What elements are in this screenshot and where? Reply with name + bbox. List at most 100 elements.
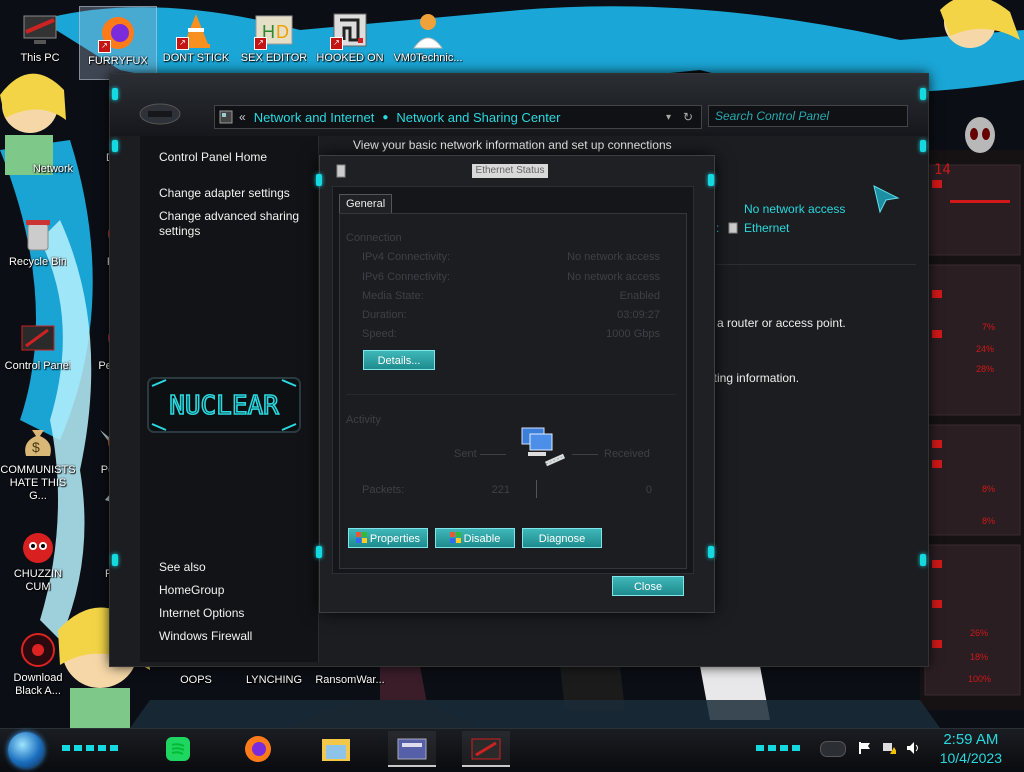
desktop-icon-control-panel[interactable]: Control Panel [0,312,76,384]
close-button[interactable]: Close [612,576,684,596]
desktop-icon-lynching[interactable]: LYNCHING [236,672,312,696]
properties-button[interactable]: Properties [348,528,428,548]
ipv4-value: No network access [567,251,660,263]
frame-rivet [112,554,118,566]
start-button[interactable] [8,732,44,768]
ethernet-adapter-icon [336,164,346,178]
arrow-cursor-graphic-icon [873,185,900,214]
desktop-icon-oops[interactable]: OOPS [158,672,234,696]
taskbar-decoration [62,745,118,751]
ethernet-status-dialog[interactable]: Ethernet Status General Connection IPv4 … [316,156,714,612]
desktop-icon-chuzzin[interactable]: CHUZZIN CUM [0,520,76,604]
change-adapter-settings-link[interactable]: Change adapter settings [159,186,290,201]
show-hidden-icons-button[interactable] [820,741,846,757]
gauge-percent: 24% [976,344,995,354]
sent-line [480,454,506,455]
disable-button[interactable]: Disable [435,528,515,548]
breadcrumb-separator-icon[interactable]: ● [382,112,388,123]
desktop-icon-network[interactable]: Network [0,104,76,176]
network-folder-icon [219,110,233,124]
frame-rivet [920,140,926,152]
tab-general[interactable]: General [339,194,393,213]
firefox-icon [245,736,271,762]
svg-text:D: D [276,22,289,42]
breadcrumb-chevron-icon[interactable]: « [239,110,246,124]
duration-label: Duration: [362,309,407,321]
desktop-icon-label: Recycle Bin [8,256,68,268]
control-panel-home-link[interactable]: Control Panel Home [159,150,267,165]
taskbar-ransomware[interactable] [462,731,510,767]
taskbar-decoration [756,745,800,751]
chuzzle-icon [18,526,58,566]
frame-rivet [112,88,118,100]
connections-label: : [716,221,720,235]
speed-value: 1000 Gbps [606,328,660,340]
desktop-icon-dont-stick[interactable]: ↗ DONT STICK [158,4,234,76]
desktop-icon-label: OOPS [180,674,212,686]
technician-avatar-icon [408,10,448,50]
access-type-value: No network access [744,202,846,216]
desktop-icon-communists[interactable]: $ COMMUNISTS HATE THIS G... [0,416,76,500]
action-center-flag-icon[interactable] [858,741,872,755]
frame-rivet [708,174,714,186]
vlc-cone-icon: ↗ [176,10,216,50]
desktop-icon-recycle-bin[interactable]: Recycle Bin [0,208,76,280]
details-button[interactable]: Details... [363,350,435,370]
breadcrumb-network-and-internet[interactable]: Network and Internet [254,110,375,125]
desktop-icon-this-pc[interactable]: This PC [2,4,78,76]
money-bag-icon: $ [18,422,58,462]
packets-sent-value: 221 [491,484,510,496]
activity-section-label: Activity [346,414,381,426]
desktop-icon-label: Download Black A... [13,672,63,697]
speed-label: Speed: [362,328,397,340]
setup-connection-text: o a router or access point. [707,316,846,330]
desktop-icon-ransomware[interactable]: RansomWar... [312,672,388,696]
gauge-percent: 100% [968,674,992,684]
desktop-icon-download-black[interactable]: Download Black A... [0,624,76,708]
shortcut-arrow-icon: ↗ [176,37,189,50]
network-warning-icon[interactable] [882,741,896,755]
divider [346,394,676,395]
desktop-icon-furryfux[interactable]: ↗ FURRYFUX [79,6,157,80]
taskbar-file-explorer[interactable] [312,731,360,767]
desktop-icon-label: SEX EDITOR [240,52,308,64]
address-bar[interactable]: « Network and Internet ● Network and Sha… [214,105,702,129]
connection-section-label: Connection [346,232,402,244]
taskbar-spotify[interactable] [154,731,202,767]
gauge-percent: 8% [982,484,996,494]
homegroup-link[interactable]: HomeGroup [159,583,224,598]
desktop-icon-hooked-on[interactable]: ↗ HOOKED ON [312,4,388,76]
frame-rivet [920,88,926,100]
nav-emblem-icon[interactable] [138,102,182,126]
internet-options-link[interactable]: Internet Options [159,606,244,621]
search-input[interactable]: Search Control Panel [708,105,908,127]
desktop-icon-vm0technic[interactable]: VM0Technic... [390,4,466,76]
refresh-icon[interactable]: ↻ [683,110,693,124]
ethernet-connection-link[interactable]: Ethernet [744,221,789,235]
received-label: Received [604,448,650,460]
desktop-icon-label: VM0Technic... [393,52,463,64]
nuclear-theme-logo: NUCLEAR [147,377,301,433]
change-advanced-sharing-link[interactable]: Change advanced sharing settings [159,209,309,239]
volume-icon[interactable] [906,741,920,755]
shortcut-arrow-icon: ↗ [330,37,343,50]
desktop-icon-sex-editor[interactable]: HD ↗ SEX EDITOR [236,4,312,76]
windows-firewall-link[interactable]: Windows Firewall [159,629,252,644]
taskbar-firefox[interactable] [234,731,282,767]
clock-date: 10/4/2023 [939,750,1002,766]
packets-received-value: 0 [645,484,652,496]
gauge-percent: 26% [970,628,989,638]
svg-text:$: $ [32,439,40,455]
divider [710,264,916,265]
taskbar-control-panel[interactable] [388,731,436,767]
shortcut-arrow-icon: ↗ [98,40,111,53]
firefox-icon: ↗ [98,13,138,53]
system-clock[interactable]: 2:59 AM 10/4/2023 [940,731,1002,767]
recycle-bin-icon [18,214,58,254]
received-line [572,454,598,455]
chevron-down-icon[interactable]: ▾ [666,112,671,123]
diagnose-button[interactable]: Diagnose [522,528,602,548]
breadcrumb-network-sharing-center[interactable]: Network and Sharing Center [396,110,560,125]
gauge-percent: 28% [976,364,995,374]
hook-game-icon: ↗ [330,10,370,50]
